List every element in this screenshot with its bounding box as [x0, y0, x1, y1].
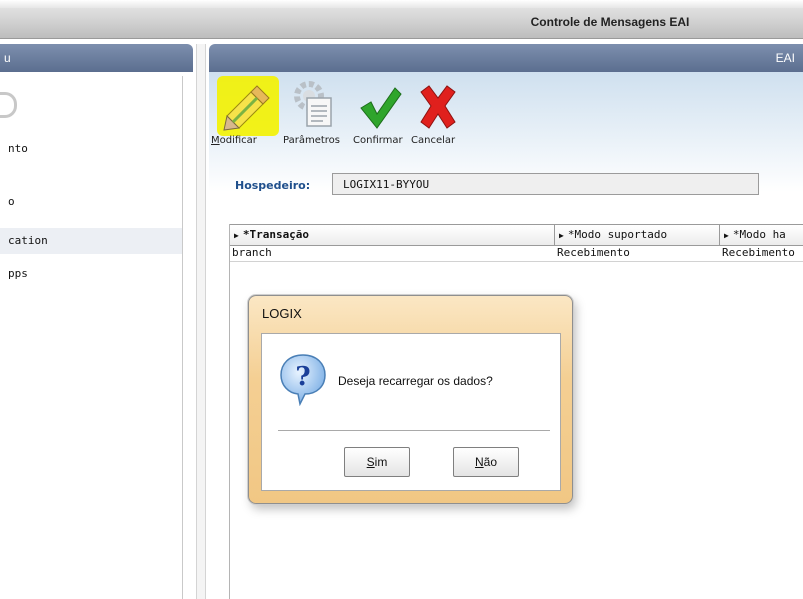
column-header-modo-suportado[interactable]: ▶ *Modo suportado	[555, 225, 720, 245]
dialog-body: ? Deseja recarregar os dados? Sim Não	[261, 333, 561, 491]
title-bar: Controle de Mensagens EAI	[0, 0, 803, 39]
settings-document-icon	[294, 81, 332, 127]
column-header-modo-habilitado[interactable]: ▶ *Modo ha	[720, 225, 803, 245]
dialog-title: LOGIX	[262, 306, 302, 321]
left-panel: u nto o cation pps	[0, 44, 193, 599]
left-menu-item-label: nto	[8, 142, 28, 155]
left-menu-item-label: cation	[8, 234, 48, 247]
pencil-icon	[223, 85, 270, 131]
column-header-transacao[interactable]: ▶ *Transação	[230, 225, 555, 245]
yes-button[interactable]: Sim	[344, 447, 410, 477]
cancel-button[interactable]: Cancelar	[409, 80, 459, 150]
table-cell: Recebimento	[722, 246, 795, 259]
window-title: Controle de Mensagens EAI	[530, 15, 690, 29]
x-icon	[420, 85, 456, 129]
parameters-button-label: Parâmetros	[283, 135, 340, 146]
app-window: Controle de Mensagens EAI u nto o cation…	[0, 0, 803, 599]
left-menu-item[interactable]: pps	[0, 261, 182, 287]
left-menu-item[interactable]: nto	[0, 136, 182, 162]
left-menu-item-label: pps	[8, 267, 28, 280]
svg-text:?: ?	[295, 362, 310, 392]
triangle-right-icon: ▶	[724, 231, 729, 240]
triangle-right-icon: ▶	[559, 231, 564, 240]
checkmark-icon	[360, 87, 402, 129]
title-bar-top-strip	[0, 0, 803, 8]
left-menu-item[interactable]: o	[0, 189, 182, 215]
confirm-button-label: Confirmar	[353, 135, 403, 146]
left-menu-item-label: o	[8, 195, 15, 208]
modify-button-label: Modificar	[211, 135, 257, 146]
table-cell: Recebimento	[557, 246, 630, 259]
table-row[interactable]: branch Recebimento Recebimento	[230, 245, 803, 262]
ring-icon	[0, 92, 17, 118]
question-icon: ?	[280, 354, 326, 406]
hospedeiro-label: Hospedeiro:	[235, 179, 311, 192]
modify-button[interactable]: Modificar	[211, 76, 281, 150]
confirm-dialog: LOGIX ? Deseja recarregar os dados? Sim …	[248, 295, 573, 504]
dialog-separator	[278, 430, 550, 431]
left-panel-header: u	[0, 44, 193, 72]
no-button[interactable]: Não	[453, 447, 519, 477]
grid-header: ▶ *Transação ▶ *Modo suportado ▶ *Modo ha	[230, 224, 803, 246]
left-panel-header-label: u	[4, 51, 11, 65]
hospedeiro-field[interactable]: LOGIX11-BYYOU	[332, 173, 759, 195]
confirm-button[interactable]: Confirmar	[353, 80, 403, 150]
parameters-button[interactable]: Parâmetros	[283, 80, 345, 150]
left-menu-list: nto o cation pps	[0, 76, 183, 599]
panel-splitter[interactable]	[196, 44, 206, 599]
dialog-message: Deseja recarregar os dados?	[338, 374, 493, 388]
right-panel-header: EAI	[209, 44, 803, 72]
cancel-button-label: Cancelar	[411, 135, 456, 146]
triangle-right-icon: ▶	[234, 231, 239, 240]
right-panel-header-label: EAI	[775, 51, 795, 65]
left-menu-item-selected[interactable]: cation	[0, 228, 182, 254]
table-cell: branch	[232, 246, 272, 259]
